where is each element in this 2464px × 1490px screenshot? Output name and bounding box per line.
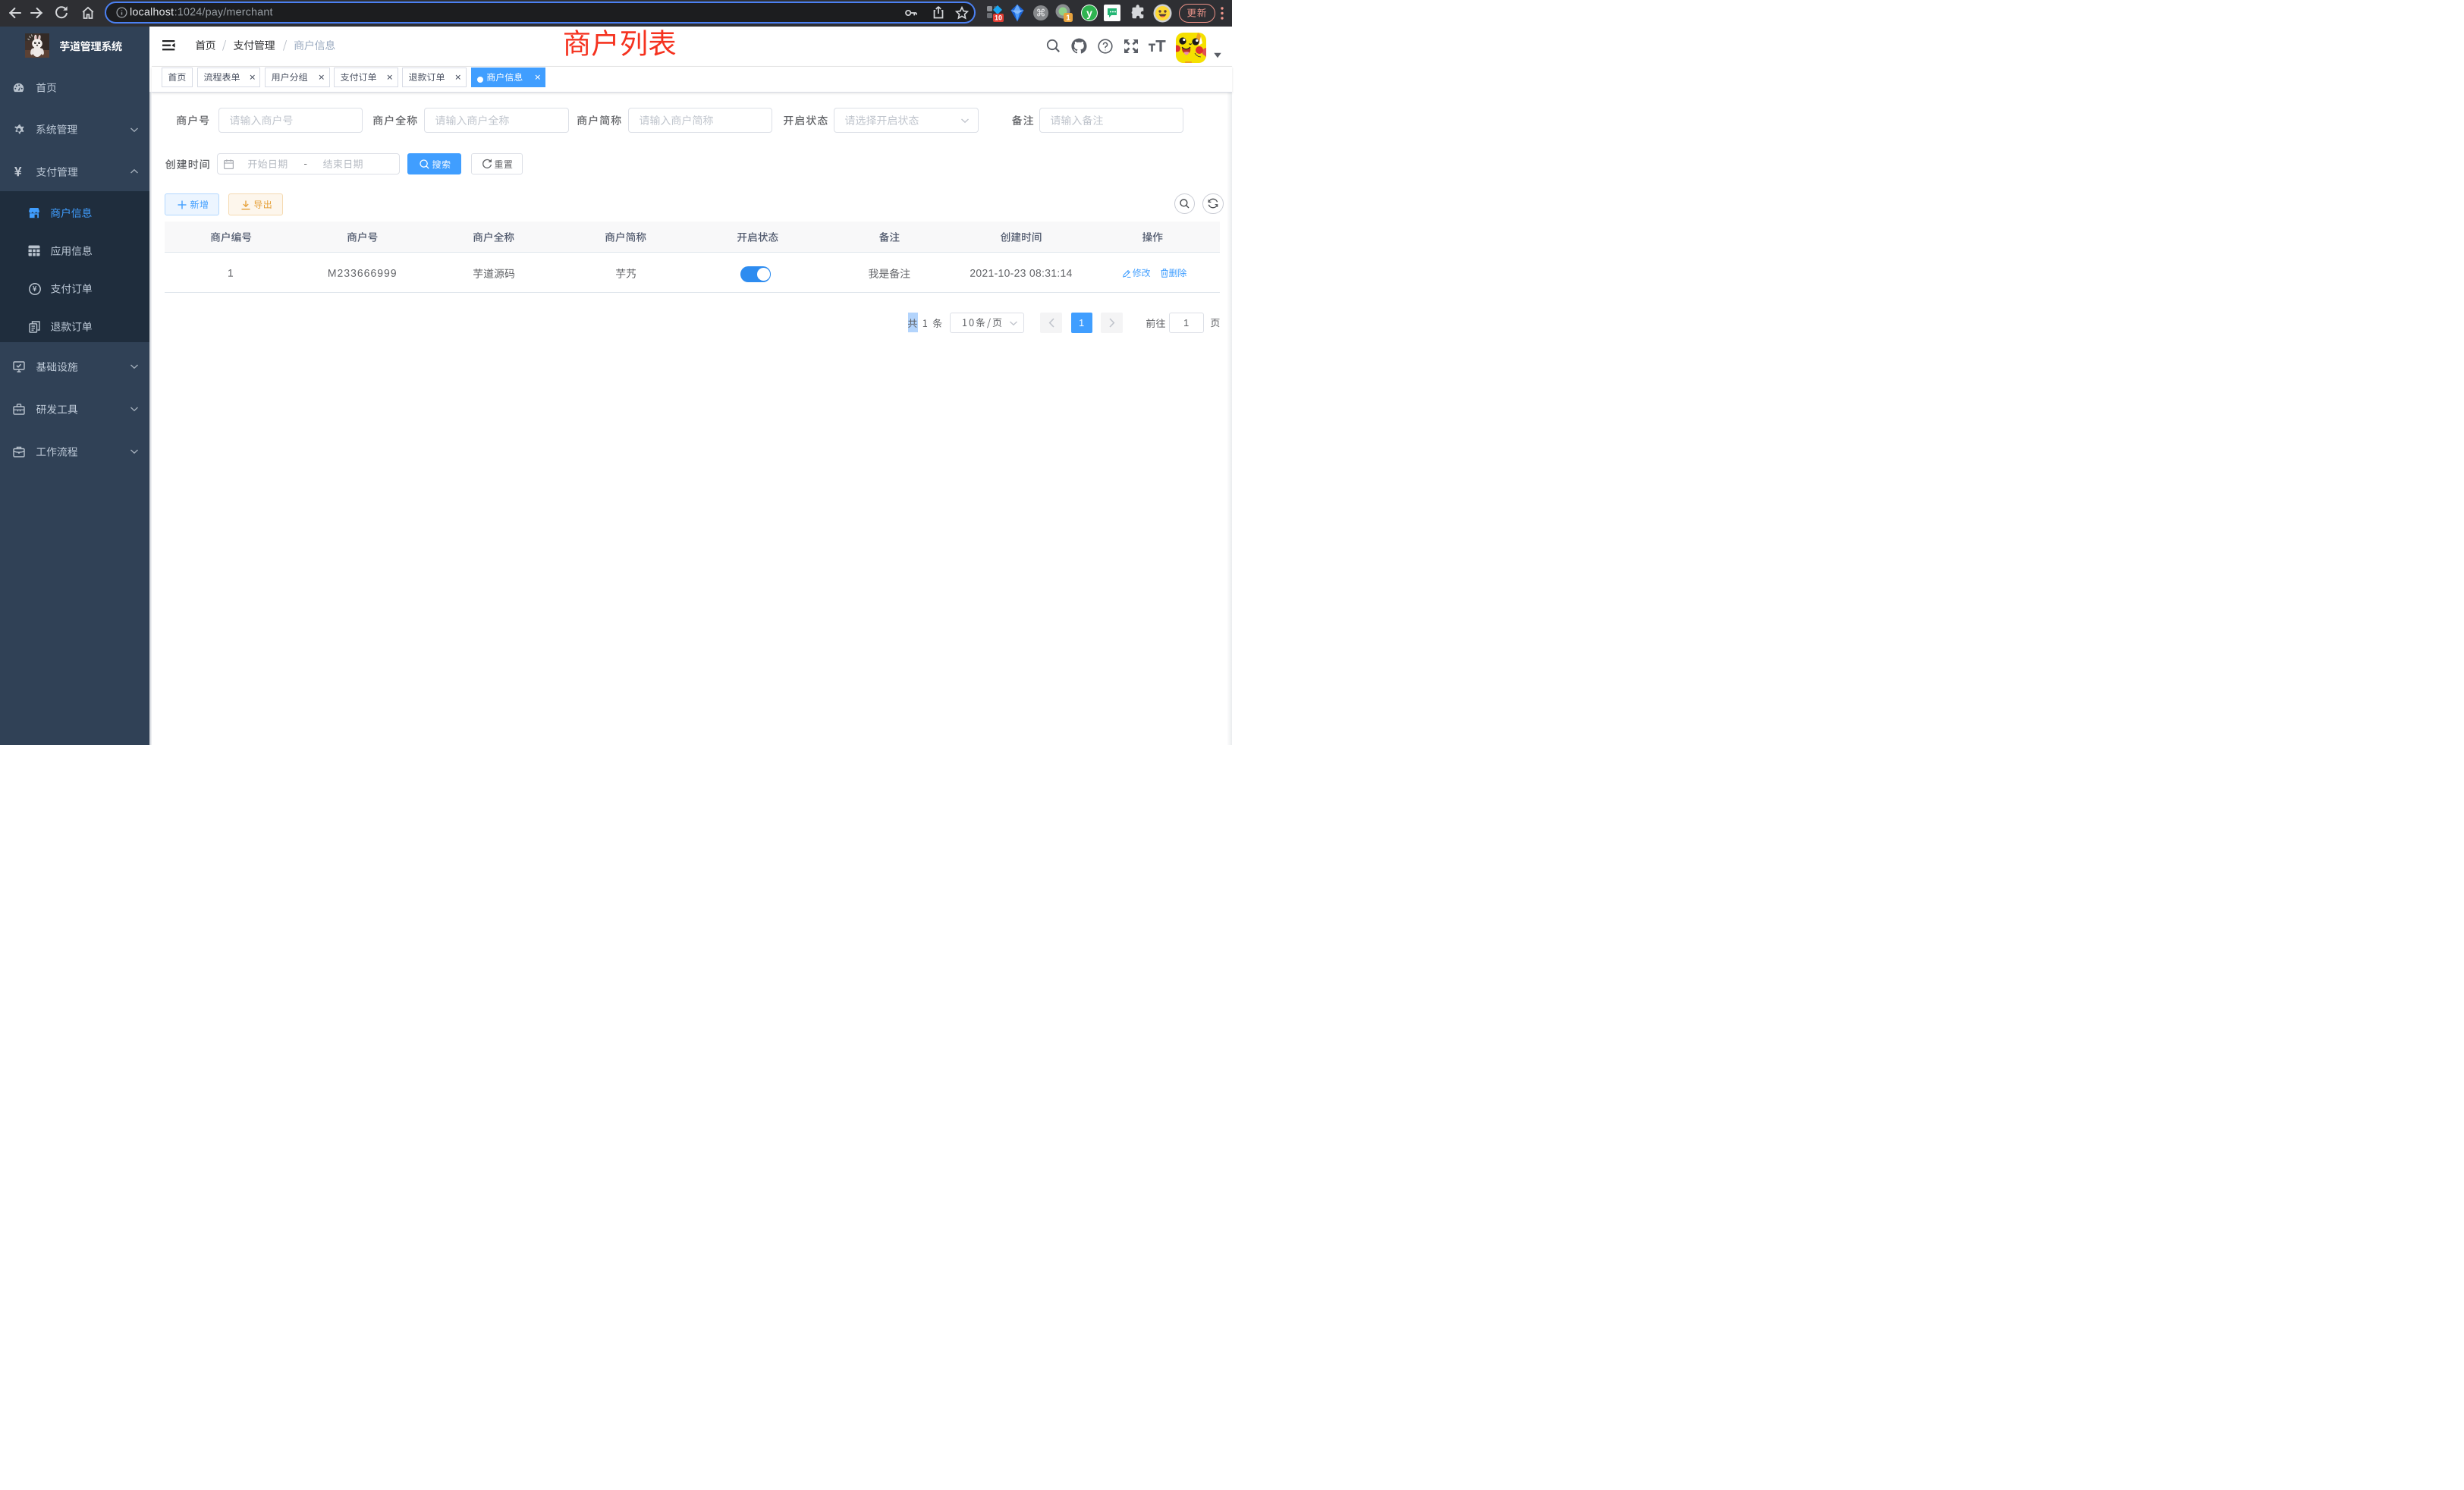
svg-text:⌘: ⌘ (1036, 8, 1046, 19)
svg-text:y: y (1086, 7, 1092, 19)
svg-text:1: 1 (1066, 14, 1070, 23)
svg-text:10: 10 (995, 14, 1002, 22)
